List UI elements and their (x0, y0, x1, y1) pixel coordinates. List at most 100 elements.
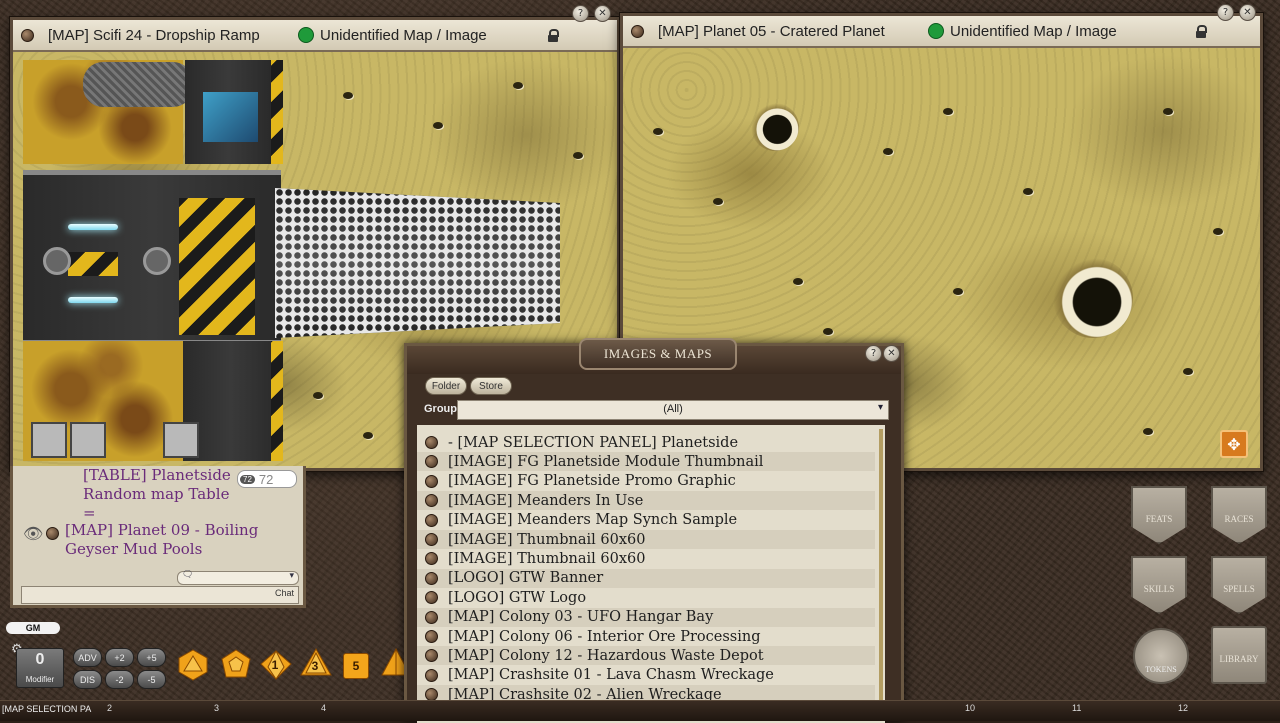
window-help-button[interactable]: ? (865, 345, 882, 362)
identified-icon[interactable]: ID (928, 23, 944, 39)
hotbar-slot-number[interactable]: 4 (321, 703, 326, 713)
map-tile (179, 198, 255, 335)
list-item[interactable]: - [MAP SELECTION PANEL] Planetside (417, 433, 875, 452)
list-item[interactable]: [IMAGE] Thumbnail 60x60 (417, 530, 875, 549)
sidebar-label: TOKENS (1145, 664, 1177, 674)
map-crater (751, 103, 799, 151)
d12-die-icon[interactable] (220, 649, 251, 679)
bullet-icon (631, 24, 644, 38)
bullet-icon (425, 649, 438, 663)
window-status: Unidentified Map / Image (950, 22, 1117, 40)
roll-die-badge: 72 (240, 474, 255, 484)
bullet-icon (46, 527, 59, 540)
identified-icon[interactable]: ID (298, 27, 314, 43)
map-crater (513, 82, 523, 89)
hotbar-slot-number[interactable]: 3 (214, 703, 219, 713)
list-item[interactable]: [MAP] Colony 06 - Interior Ore Processin… (417, 627, 875, 646)
d8-die-icon[interactable]: 3 (300, 648, 332, 678)
map-resize-icon[interactable]: ✥ (1220, 430, 1248, 458)
store-button[interactable]: Store (470, 377, 512, 395)
map-crater (953, 288, 963, 295)
window-title: [MAP] Scifi 24 - Dropship Ramp (48, 26, 260, 44)
map-light (68, 297, 118, 303)
lock-icon[interactable] (548, 29, 559, 42)
d6-die-icon[interactable]: 5 (343, 653, 369, 679)
list-item-label: [IMAGE] FG Planetside Promo Graphic (448, 473, 736, 490)
folder-button[interactable]: Folder (425, 377, 467, 395)
list-item-label: [LOGO] GTW Banner (448, 570, 604, 587)
list-item[interactable]: [LOGO] GTW Banner (417, 568, 875, 588)
bullet-icon (425, 455, 438, 469)
list-item-label: [IMAGE] Meanders Map Synch Sample (448, 512, 738, 529)
map-tile (83, 62, 193, 107)
window-status: Unidentified Map / Image (320, 26, 487, 44)
window-help-button[interactable]: ? (1217, 4, 1234, 21)
list-item[interactable]: [MAP] Crashsite 01 - Lava Chasm Wreckage (417, 666, 875, 685)
chat-window[interactable]: [TABLE] Planetside Random map Table = 72… (10, 466, 306, 608)
list-item[interactable]: [LOGO] GTW Logo (417, 588, 875, 607)
window-close-button[interactable]: ✕ (883, 345, 900, 362)
window-titlebar[interactable]: [MAP] Scifi 24 - Dropship Ramp ID Uniden… (13, 20, 617, 52)
group-select-value: (All) (663, 403, 683, 415)
list-item[interactable]: [MAP] Colony 12 - Hazardous Waste Depot (417, 646, 875, 666)
lock-icon[interactable] (1196, 25, 1207, 38)
hotbar-slot-number[interactable]: 11 (1072, 703, 1081, 713)
sidebar-tokens-button[interactable]: TOKENS (1133, 628, 1189, 684)
die-face: 1 (271, 658, 279, 672)
die-face: 5 (352, 659, 360, 673)
window-close-button[interactable]: ✕ (1239, 4, 1256, 21)
chat-entry: [MAP] Planet 09 - Boiling Geyser Mud Poo… (65, 521, 265, 559)
list-item[interactable]: [MAP] Colony 03 - UFO Hangar Bay (417, 607, 875, 627)
images-maps-window[interactable]: IMAGES & MAPS ? ✕ Folder Store Group (Al… (404, 338, 904, 723)
hotbar-slot-number[interactable]: 12 (1178, 703, 1188, 713)
map-crater (363, 432, 373, 439)
map-tile (271, 60, 283, 164)
window-title-plate[interactable]: IMAGES & MAPS (579, 338, 737, 370)
list-item[interactable]: [IMAGE] FG Planetside Module Thumbnail (417, 452, 875, 472)
d10-die-icon[interactable]: 1 (260, 650, 292, 680)
bullet-icon (425, 552, 438, 566)
sidebar-library-button[interactable]: LIBRARY (1211, 626, 1267, 684)
bullet-icon (425, 533, 438, 546)
sidebar-label: SPELLS (1223, 584, 1255, 594)
window-titlebar[interactable]: [MAP] Planet 05 - Cratered Planet ID Uni… (623, 16, 1260, 48)
plus-5-button[interactable]: +5 (137, 648, 166, 667)
list-item[interactable]: [IMAGE] Meanders In Use (417, 491, 875, 511)
hotbar-slot-number[interactable]: 10 (965, 703, 975, 713)
eye-icon[interactable]: 👁 (23, 524, 43, 543)
map-crater (883, 148, 893, 155)
chevron-down-icon: ▾ (289, 571, 294, 581)
advantage-button[interactable]: ADV (73, 648, 102, 667)
minus-2-button[interactable]: -2 (105, 670, 134, 689)
window-title: IMAGES & MAPS (603, 346, 713, 361)
window-help-button[interactable]: ? (572, 5, 589, 22)
chat-mode-select[interactable]: 🗨 ▾ (177, 570, 299, 585)
sidebar-label: SKILLS (1143, 584, 1175, 594)
hotbar-slot-1[interactable]: [MAP SELECTION PA (2, 704, 100, 718)
bullet-icon (21, 28, 34, 42)
map-crater (313, 392, 323, 399)
dice-roll-badge: 72 72 (237, 470, 297, 488)
map-ramp (275, 188, 560, 338)
plus-2-button[interactable]: +2 (105, 648, 134, 667)
list-item-label: [IMAGE] Thumbnail 60x60 (448, 531, 646, 548)
list-item-label: [LOGO] GTW Logo (448, 589, 587, 606)
map-tile (271, 341, 283, 461)
minus-5-button[interactable]: -5 (137, 670, 166, 689)
chat-input[interactable]: Chat (21, 586, 299, 604)
sidebar-label: RACES (1224, 514, 1254, 524)
scrollbar[interactable] (879, 429, 883, 719)
list-item[interactable]: [IMAGE] Thumbnail 60x60 (417, 549, 875, 568)
d20-die-icon[interactable] (178, 649, 208, 681)
map-crater (1213, 228, 1223, 235)
modifier-box[interactable]: 0 Modifier (16, 648, 64, 688)
list-item-label: [MAP] Colony 03 - UFO Hangar Bay (448, 609, 714, 626)
hotbar-slot-number[interactable]: 2 (107, 703, 112, 713)
list-item-label: [MAP] Colony 06 - Interior Ore Processin… (448, 628, 761, 645)
window-close-button[interactable]: ✕ (594, 5, 611, 22)
list-item[interactable]: [IMAGE] FG Planetside Promo Graphic (417, 472, 875, 491)
image-list[interactable]: - [MAP SELECTION PANEL] Planetside [IMAGE… (417, 425, 885, 723)
disadvantage-button[interactable]: DIS (73, 670, 102, 689)
group-select[interactable]: (All) ▾ (457, 400, 889, 420)
list-item[interactable]: [IMAGE] Meanders Map Synch Sample (417, 511, 875, 530)
